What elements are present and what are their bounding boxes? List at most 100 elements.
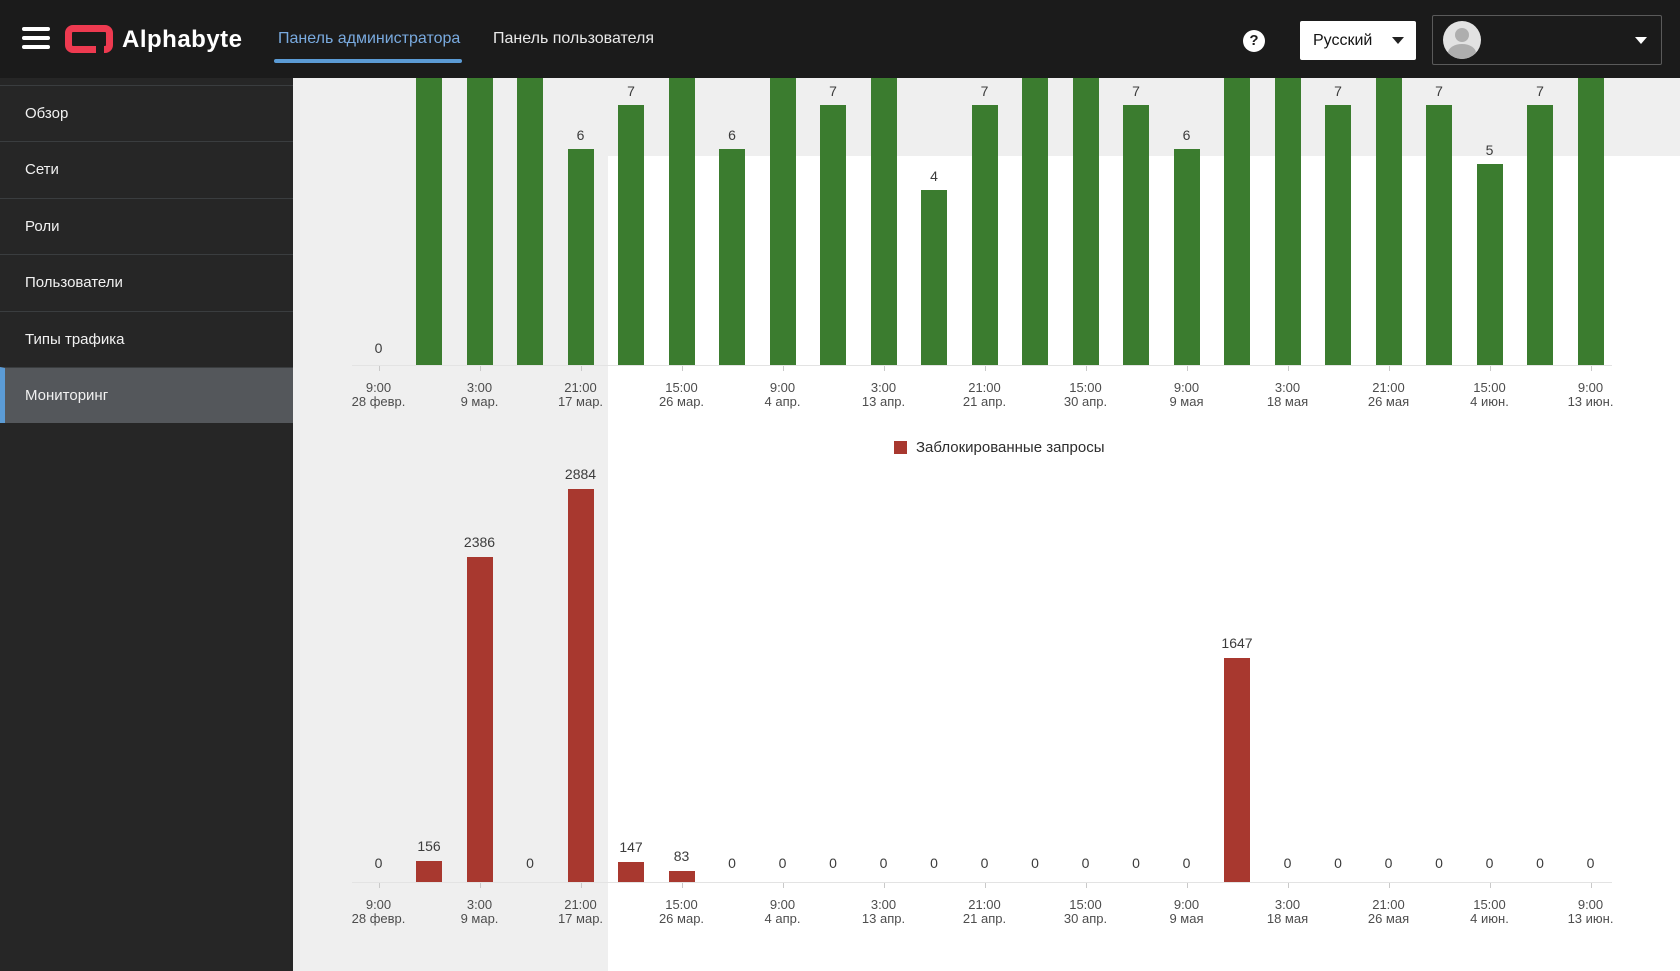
bar-value-label: 83 (673, 848, 690, 864)
green-bar[interactable] (769, 78, 796, 365)
language-select[interactable]: Русский (1300, 21, 1416, 60)
x-tick-date-label: 18 мая (1266, 911, 1309, 926)
active-tab-underline (274, 59, 462, 63)
tab-user-panel[interactable]: Панель пользователя (493, 30, 654, 48)
green-bar[interactable] (1224, 78, 1250, 365)
bar-value-label: 6 (576, 127, 585, 143)
bar-value-label: 0 (930, 855, 938, 871)
red-bar[interactable] (416, 861, 442, 882)
chevron-down-icon (1392, 37, 1404, 44)
red-bar[interactable] (1224, 658, 1250, 882)
red-bar[interactable] (668, 871, 695, 882)
green-bar[interactable] (517, 78, 543, 365)
green-bar[interactable] (820, 105, 846, 365)
x-tick-time-label: 15:00 (1069, 897, 1102, 912)
bar-value-label: 0 (1132, 855, 1140, 871)
bar-value-label: 0 (1485, 855, 1494, 871)
help-icon[interactable]: ? (1243, 30, 1265, 52)
x-tick-date-label: 13 апр. (861, 394, 906, 409)
green-bar[interactable] (1476, 164, 1503, 365)
x-tick-time-label: 3:00 (466, 380, 493, 395)
legend-blocked-requests[interactable]: Заблокированные запросы (894, 439, 1105, 456)
green-bar[interactable] (618, 105, 644, 365)
x-tick-date-label: 28 февр. (351, 911, 406, 926)
bar-value-label: 6 (1182, 127, 1191, 143)
chevron-down-icon (1635, 36, 1647, 44)
bar-value-label: 0 (374, 340, 383, 356)
green-bar[interactable] (466, 78, 493, 365)
legend-label: Заблокированные запросы (916, 439, 1105, 456)
alphabyte-logo-icon (65, 25, 113, 53)
green-bar[interactable] (1022, 78, 1048, 365)
green-bar[interactable] (870, 78, 897, 365)
green-bar[interactable] (921, 190, 947, 365)
bar-value-label: 2386 (463, 534, 496, 550)
green-bar[interactable] (1527, 105, 1553, 365)
x-tick-time-label: 9:00 (365, 380, 392, 395)
legend-swatch (894, 441, 907, 454)
green-bar[interactable] (1375, 78, 1402, 365)
x-tick-date-label: 9 мая (1169, 394, 1204, 409)
hamburger-menu-icon[interactable] (22, 27, 50, 51)
sidebar-item-4[interactable]: Пользователи (0, 254, 293, 310)
x-axis-tick (1287, 366, 1289, 371)
bar-value-label: 0 (374, 855, 383, 871)
x-tick-time-label: 21:00 (564, 380, 597, 395)
green-bar[interactable] (719, 149, 745, 365)
x-tick-time-label: 15:00 (1069, 380, 1102, 395)
red-bar[interactable] (618, 862, 644, 882)
x-tick-date-label: 9 мар. (460, 911, 499, 926)
green-bar[interactable] (1274, 78, 1301, 365)
x-tick-date-label: 17 мар. (557, 911, 604, 926)
green-bar[interactable] (1577, 78, 1604, 365)
x-axis-tick (681, 366, 683, 371)
x-tick-time-label: 9:00 (769, 380, 796, 395)
x-tick-date-label: 28 февр. (351, 394, 406, 409)
bar-value-label: 0 (829, 855, 837, 871)
sidebar-item-2[interactable]: Сети (0, 141, 293, 197)
bar-value-label: 0 (1334, 855, 1342, 871)
x-axis-tick (1489, 366, 1491, 371)
x-tick-time-label: 21:00 (1372, 897, 1405, 912)
x-tick-time-label: 9:00 (1173, 897, 1200, 912)
sidebar-item-1[interactable]: Обзор (0, 85, 293, 141)
bar-value-label: 0 (1384, 855, 1393, 871)
green-bar[interactable] (1426, 105, 1452, 365)
green-bar[interactable] (971, 105, 998, 365)
red-bar[interactable] (466, 557, 493, 882)
account-menu[interactable] (1432, 15, 1662, 65)
x-axis-tick (883, 883, 885, 888)
green-bar[interactable] (1173, 149, 1200, 365)
x-tick-time-label: 15:00 (665, 380, 698, 395)
sidebar-item-3[interactable]: Роли (0, 197, 293, 254)
x-axis-tick (580, 883, 582, 888)
x-tick-date-label: 26 мая (1367, 911, 1410, 926)
green-bar[interactable] (1072, 78, 1099, 365)
x-tick-date-label: 13 июн. (1567, 911, 1614, 926)
x-tick-date-label: 21 апр. (962, 394, 1007, 409)
x-tick-time-label: 15:00 (1473, 897, 1506, 912)
bar-value-label: 5 (1485, 142, 1494, 158)
bar-value-label: 0 (1435, 855, 1443, 871)
x-tick-time-label: 3:00 (870, 897, 897, 912)
bar-value-label: 0 (1536, 855, 1544, 871)
bar-value-label: 7 (1536, 83, 1544, 99)
x-axis-tick (1186, 366, 1188, 371)
green-bar[interactable] (567, 149, 594, 365)
bar-value-label: 0 (526, 855, 534, 871)
green-bar[interactable] (416, 78, 442, 365)
red-bar[interactable] (567, 489, 594, 882)
green-bar[interactable] (1325, 105, 1351, 365)
tab-admin-panel[interactable]: Панель администратора (278, 30, 460, 48)
sidebar-item-6[interactable]: Мониторинг (0, 367, 293, 423)
sidebar-item-5[interactable]: Типы трафика (0, 310, 293, 367)
x-tick-time-label: 21:00 (1372, 380, 1405, 395)
bar-value-label: 7 (1132, 83, 1140, 99)
x-tick-date-label: 13 апр. (861, 911, 906, 926)
bar-value-label: 7 (1435, 83, 1443, 99)
x-axis-tick (1489, 883, 1491, 888)
x-axis-tick (580, 366, 582, 371)
green-bar[interactable] (668, 78, 695, 365)
brand-title: Alphabyte (122, 26, 243, 53)
green-bar[interactable] (1123, 105, 1149, 365)
